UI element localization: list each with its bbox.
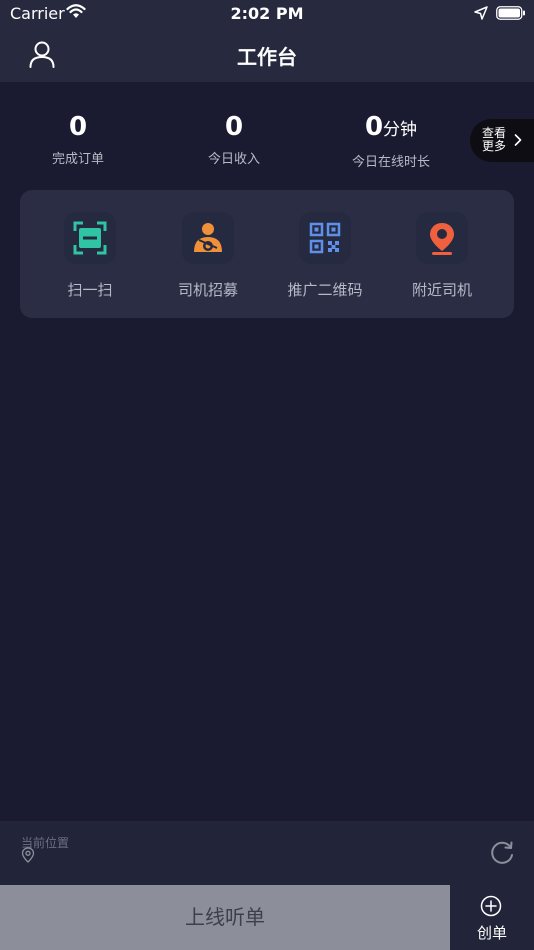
- location-arrow-icon: [474, 6, 488, 20]
- view-more-line2: 更多: [482, 139, 507, 153]
- tool-tile: [64, 212, 116, 264]
- tool-tile: [182, 212, 234, 264]
- status-time: 2:02 PM: [230, 4, 304, 23]
- stat-online-duration: 0分钟 今日在线时长: [336, 112, 446, 170]
- qr-code-icon: [309, 222, 341, 254]
- scan-icon: [73, 221, 107, 255]
- create-order-button[interactable]: 创单: [450, 885, 534, 950]
- stat-value: 0分钟: [364, 112, 418, 142]
- nav-bar: 工作台: [0, 28, 534, 82]
- map-pin-icon: [21, 847, 35, 863]
- tool-tile: [299, 212, 351, 264]
- stat-completed-orders: 0 完成订单: [28, 112, 128, 167]
- stat-today-income: 0 今日收入: [184, 112, 284, 167]
- current-location-bar: 当前位置: [0, 821, 534, 885]
- tool-driver-recruit[interactable]: 司机招募: [158, 212, 258, 300]
- stat-unit: 分钟: [383, 120, 418, 140]
- driver-recruit-icon: [194, 223, 222, 252]
- tool-label: 推广二维码: [287, 281, 363, 299]
- tool-label: 扫一扫: [67, 281, 113, 299]
- tool-tile: [416, 212, 468, 264]
- stat-label: 今日在线时长: [351, 155, 430, 170]
- tool-scan[interactable]: 扫一扫: [40, 212, 140, 300]
- stats-panel: 0 完成订单 0 今日收入 0分钟 今日在线时长: [0, 82, 534, 190]
- stat-value: 0: [224, 112, 244, 142]
- chevron-right-icon: [514, 134, 522, 146]
- stat-value: 0: [68, 112, 88, 142]
- refresh-icon[interactable]: [488, 839, 516, 867]
- go-online-button[interactable]: 上线听单: [0, 885, 450, 950]
- view-more-button[interactable]: 查看 更多: [470, 119, 534, 162]
- tool-label: 附近司机: [411, 281, 472, 299]
- status-bar: Carrier 2:02 PM: [0, 0, 534, 28]
- tool-nearby-drivers[interactable]: 附近司机: [392, 212, 492, 300]
- tool-qr-code[interactable]: 推广二维码: [275, 212, 375, 300]
- tool-label: 司机招募: [177, 281, 238, 299]
- stat-label: 完成订单: [51, 152, 104, 167]
- plus-circle-icon: [480, 895, 502, 917]
- stat-label: 今日收入: [207, 152, 260, 167]
- battery-icon: [496, 6, 525, 20]
- page-title: 工作台: [237, 45, 297, 69]
- location-pin-icon: [430, 223, 454, 255]
- create-order-label: 创单: [476, 924, 507, 942]
- quick-tools-card: 扫一扫 司机招募 推广二维码 附近司机: [20, 190, 514, 318]
